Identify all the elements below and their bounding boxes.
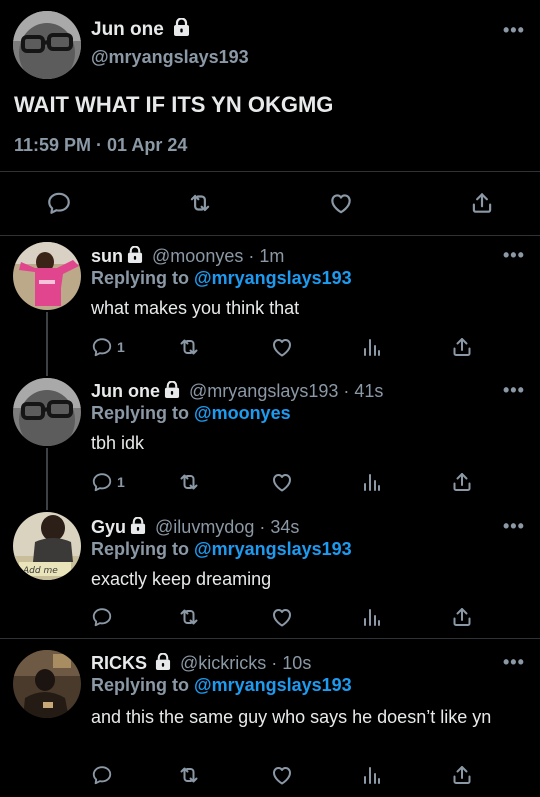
divider xyxy=(0,235,540,236)
replying-to-handle[interactable]: @mryangslays193 xyxy=(194,675,352,695)
retweet-icon[interactable] xyxy=(187,190,213,216)
reply-author-name[interactable]: sun xyxy=(91,246,123,266)
view-stats-icon[interactable] xyxy=(360,605,384,629)
replying-label: Replying to xyxy=(91,675,189,695)
thread-line xyxy=(46,448,48,510)
reply-icon[interactable] xyxy=(91,606,113,628)
more-options-icon[interactable]: ••• xyxy=(503,516,525,537)
replying-to-handle[interactable]: @moonyes xyxy=(194,403,291,423)
retweet-icon[interactable] xyxy=(177,335,201,359)
reply-handle-time[interactable]: @iluvmydog · 34s xyxy=(155,517,299,537)
retweet-icon[interactable] xyxy=(177,763,201,787)
reply-text: and this the same guy who says he doesn’… xyxy=(91,707,492,727)
lock-icon xyxy=(130,517,146,534)
replying-to-line: Replying to @mryangslays193 xyxy=(91,539,352,560)
reply-count: 1 xyxy=(117,474,125,490)
like-icon[interactable] xyxy=(270,763,294,787)
share-icon[interactable] xyxy=(450,335,474,359)
replying-to-handle[interactable]: @mryangslays193 xyxy=(194,539,352,559)
reply-header: sun @moonyes · 1m xyxy=(91,246,284,267)
main-tweet-timestamp[interactable]: 11:59 PM · 01 Apr 24 xyxy=(14,135,187,156)
reply-avatar[interactable] xyxy=(13,650,81,718)
lock-icon xyxy=(155,653,171,670)
reply-handle-time[interactable]: @mryangslays193 · 41s xyxy=(189,381,383,401)
reply-icon[interactable] xyxy=(91,764,113,786)
lock-icon xyxy=(127,246,143,263)
replying-to-line: Replying to @mryangslays193 xyxy=(91,268,352,289)
like-icon[interactable] xyxy=(270,470,294,494)
like-icon[interactable] xyxy=(328,190,354,216)
reply-button[interactable] xyxy=(91,606,113,628)
replying-label: Replying to xyxy=(91,539,189,559)
replying-to-handle[interactable]: @mryangslays193 xyxy=(194,268,352,288)
reply-author-name[interactable]: Jun one xyxy=(91,381,160,401)
reply-author-name[interactable]: RICKS xyxy=(91,653,147,673)
reply-text: exactly keep dreaming xyxy=(91,569,272,589)
replying-label: Replying to xyxy=(91,403,189,423)
like-icon[interactable] xyxy=(270,335,294,359)
reply-button[interactable] xyxy=(91,764,113,786)
reply-avatar[interactable] xyxy=(13,242,81,310)
reply-icon[interactable] xyxy=(91,471,113,493)
reply-avatar[interactable]: Add me xyxy=(13,512,81,580)
reply-button[interactable]: 1 xyxy=(91,471,125,493)
reply-button[interactable]: 1 xyxy=(91,336,125,358)
thread-line xyxy=(46,312,48,376)
reply-count: 1 xyxy=(117,339,125,355)
reply-header: RICKS @kickricks · 10s xyxy=(91,653,311,674)
main-tweet-text: WAIT WHAT IF ITS YN OKGMG xyxy=(14,92,334,117)
lock-icon xyxy=(164,381,180,398)
retweet-icon[interactable] xyxy=(177,605,201,629)
more-options-icon[interactable]: ••• xyxy=(503,380,525,401)
reply-handle-time[interactable]: @kickricks · 10s xyxy=(180,653,311,673)
view-stats-icon[interactable] xyxy=(360,763,384,787)
divider xyxy=(0,638,540,639)
reply-text: what makes you think that xyxy=(91,298,300,318)
replying-to-line: Replying to @mryangslays193 xyxy=(91,675,352,696)
retweet-icon[interactable] xyxy=(177,470,201,494)
main-author-avatar[interactable] xyxy=(13,11,81,79)
reply-header: Gyu @iluvmydog · 34s xyxy=(91,517,299,538)
lock-icon xyxy=(174,18,190,36)
reply-author-name[interactable]: Gyu xyxy=(91,517,126,537)
reply-icon[interactable] xyxy=(91,336,113,358)
divider xyxy=(0,171,540,172)
avatar-sign-text: Add me xyxy=(22,566,58,576)
view-stats-icon[interactable] xyxy=(360,335,384,359)
main-author-handle[interactable]: @mryangslays193 xyxy=(91,47,249,68)
main-author-name[interactable]: Jun one xyxy=(91,19,164,40)
reply-header: Jun one @mryangslays193 · 41s xyxy=(91,381,383,402)
reply-text: tbh idk xyxy=(91,433,145,453)
share-icon[interactable] xyxy=(450,763,474,787)
more-options-icon[interactable]: ••• xyxy=(503,20,525,41)
replying-to-line: Replying to @moonyes xyxy=(91,403,291,424)
main-author-name-row[interactable]: Jun one xyxy=(91,18,190,41)
reply-avatar[interactable] xyxy=(13,378,81,446)
view-stats-icon[interactable] xyxy=(360,470,384,494)
share-icon[interactable] xyxy=(450,470,474,494)
more-options-icon[interactable]: ••• xyxy=(503,245,525,266)
like-icon[interactable] xyxy=(270,605,294,629)
reply-icon[interactable] xyxy=(46,190,72,216)
share-icon[interactable] xyxy=(469,190,495,216)
replying-label: Replying to xyxy=(91,268,189,288)
share-icon[interactable] xyxy=(450,605,474,629)
more-options-icon[interactable]: ••• xyxy=(503,652,525,673)
reply-handle-time[interactable]: @moonyes · 1m xyxy=(152,246,284,266)
